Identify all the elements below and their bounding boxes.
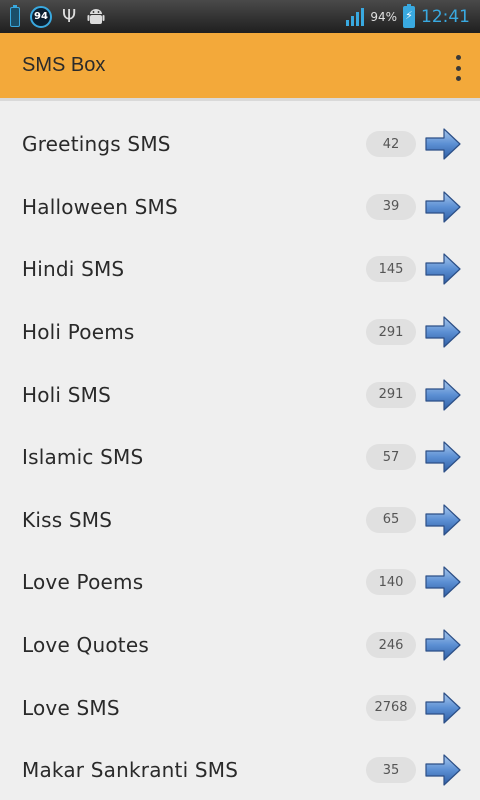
- count-badge: 65: [366, 506, 416, 533]
- notification-count-badge: 94: [30, 5, 52, 28]
- action-bar: SMS Box: [0, 33, 480, 101]
- page-title: SMS Box: [22, 54, 106, 76]
- count-badge: 291: [366, 381, 416, 408]
- list-item[interactable]: Kiss SMS 65: [0, 489, 480, 552]
- list-item[interactable]: Holi SMS 291: [0, 363, 480, 426]
- arrow-right-icon[interactable]: [424, 691, 462, 725]
- system-status-icons: 94% 12:41: [346, 3, 470, 28]
- category-label: Halloween SMS: [22, 194, 178, 219]
- usb-icon: Ψ: [62, 5, 77, 27]
- arrow-right-icon[interactable]: [424, 127, 462, 161]
- notification-icons: 94 Ψ: [10, 4, 106, 28]
- arrow-right-icon[interactable]: [424, 378, 462, 412]
- category-label: Holi SMS: [22, 382, 111, 407]
- arrow-right-icon[interactable]: [424, 440, 462, 474]
- list-item[interactable]: Makar Sankranti SMS 35: [0, 739, 480, 800]
- status-bar: 94 Ψ 94% 12:41: [0, 0, 480, 33]
- arrow-right-icon[interactable]: [424, 628, 462, 662]
- count-badge: 145: [366, 256, 416, 283]
- list-item[interactable]: Hindi SMS 145: [0, 238, 480, 301]
- count-badge: 42: [366, 131, 416, 158]
- category-label: Kiss SMS: [22, 507, 113, 532]
- arrow-right-icon[interactable]: [424, 753, 462, 787]
- arrow-right-icon[interactable]: [424, 190, 462, 224]
- count-badge: 291: [366, 319, 416, 346]
- arrow-right-icon[interactable]: [424, 315, 462, 349]
- signal-strength-icon: [346, 7, 365, 26]
- category-label: Love SMS: [22, 695, 120, 720]
- battery-charging-icon: [403, 3, 415, 28]
- battery-percent: 94%: [370, 9, 397, 24]
- count-badge: 2768: [366, 694, 416, 721]
- list-item[interactable]: Holi Poems 291: [0, 301, 480, 364]
- category-label: Love Poems: [22, 570, 144, 595]
- battery-widget-icon: [10, 4, 20, 27]
- arrow-right-icon[interactable]: [424, 565, 462, 599]
- category-label: Hindi SMS: [22, 257, 125, 282]
- list-item[interactable]: Love Poems 140: [0, 551, 480, 614]
- category-label: Islamic SMS: [22, 445, 144, 470]
- count-badge: 246: [366, 632, 416, 659]
- arrow-right-icon[interactable]: [424, 503, 462, 537]
- list-item[interactable]: Greetings SMS 42: [0, 113, 480, 176]
- category-label: Love Quotes: [22, 633, 149, 658]
- clock: 12:41: [421, 6, 470, 27]
- count-badge: 39: [366, 193, 416, 220]
- category-list: Greetings SMS 42 Halloween SMS 39 Hindi SMS 1…: [0, 113, 480, 800]
- count-badge: 57: [366, 444, 416, 471]
- count-badge: 140: [366, 569, 416, 596]
- android-debug-icon: [87, 8, 105, 24]
- category-label: Holi Poems: [22, 320, 135, 345]
- list-item[interactable]: Love SMS 2768: [0, 676, 480, 739]
- list-item[interactable]: Halloween SMS 39: [0, 176, 480, 239]
- arrow-right-icon[interactable]: [424, 252, 462, 286]
- list-item[interactable]: Islamic SMS 57: [0, 426, 480, 489]
- list-item[interactable]: Love Quotes 246: [0, 614, 480, 677]
- overflow-menu-icon[interactable]: [450, 55, 466, 81]
- category-label: Makar Sankranti SMS: [22, 758, 239, 783]
- count-badge: 35: [366, 757, 416, 784]
- category-label: Greetings SMS: [22, 132, 171, 157]
